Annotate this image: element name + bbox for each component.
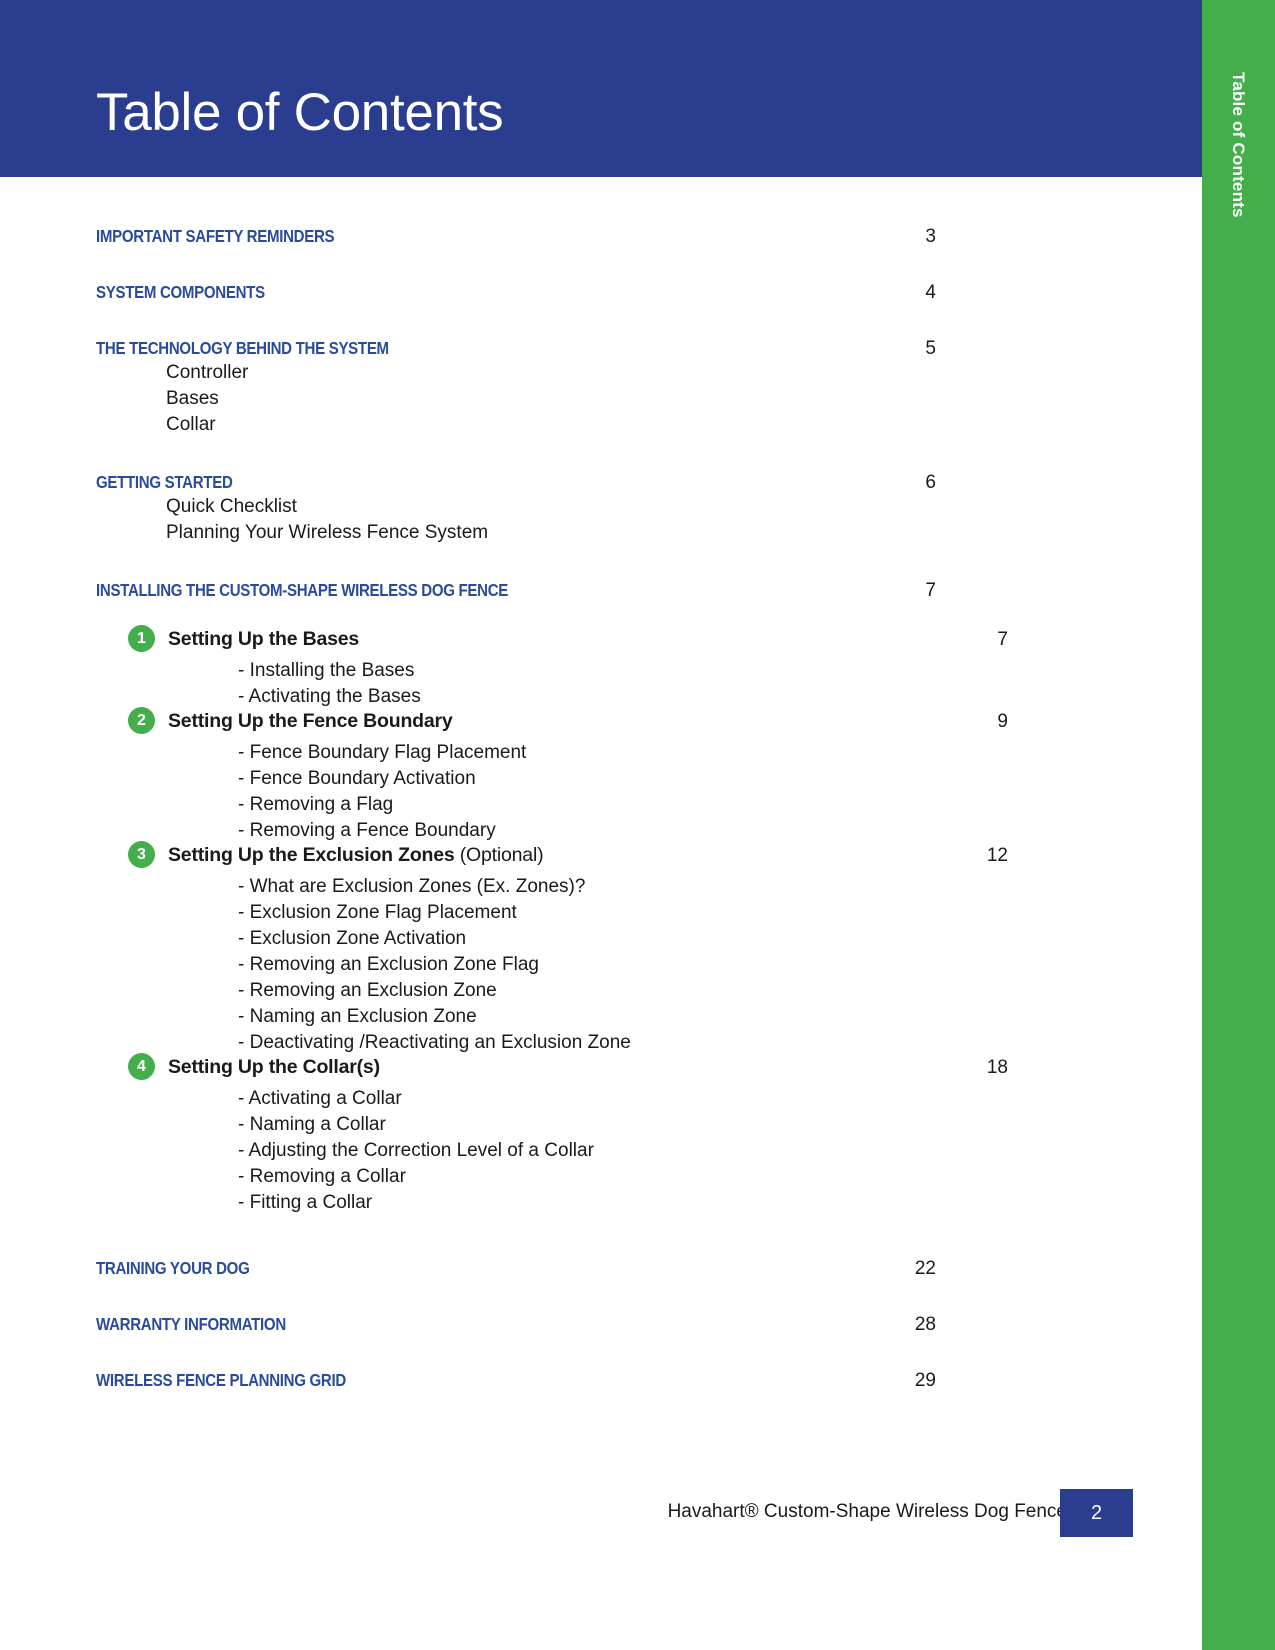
dot-leader	[366, 641, 967, 642]
toc-page-number: 3	[925, 226, 936, 247]
toc-step-title-text: Setting Up the Exclusion Zones	[168, 844, 455, 866]
toc-section-row[interactable]: TRAINING YOUR DOG 22	[96, 1258, 936, 1280]
toc-step-item: - Activating the Bases	[238, 686, 421, 707]
toc-step-item: - Fence Boundary Flag Placement	[238, 742, 527, 763]
page-title: Table of Contents	[96, 83, 504, 142]
document-page: Table of Contents Table of Contents IMPO…	[0, 0, 1275, 1650]
toc-page-number: 4	[925, 282, 936, 303]
dot-leader	[324, 1326, 895, 1327]
dot-leader	[262, 484, 895, 485]
toc-step-item: - Fitting a Collar	[238, 1192, 373, 1213]
toc-page-number: 12	[986, 845, 1008, 866]
toc-step-row[interactable]: 3 Setting Up the Exclusion Zones (Option…	[96, 841, 1008, 874]
toc-step-item: - Deactivating /Reactivating an Exclusio…	[238, 1032, 631, 1053]
step-number-badge: 4	[128, 1053, 155, 1080]
toc-section-row[interactable]: SYSTEM COMPONENTS 4	[96, 282, 936, 304]
toc-section-title: GETTING STARTED	[96, 472, 233, 492]
step-number-badge: 1	[128, 625, 155, 652]
toc-step-optional: (Optional)	[454, 844, 544, 866]
toc-section-row[interactable]: IMPORTANT SAFETY REMINDERS 3	[96, 226, 936, 248]
toc-section-title: WARRANTY INFORMATION	[96, 1314, 286, 1334]
toc-page-number: 29	[914, 1370, 936, 1391]
footer-page-number: 2	[1090, 1502, 1103, 1524]
toc-step-title-text: Setting Up the Collar(s)	[168, 1056, 380, 1078]
toc-page-number: 5	[925, 338, 936, 359]
side-tab-label: Table of Contents	[1229, 72, 1248, 218]
page-footer: Havahart® Custom-Shape Wireless Dog Fenc…	[0, 1489, 1202, 1537]
toc-step-item: - Activating a Collar	[238, 1088, 402, 1109]
toc-step-item: - Exclusion Zone Activation	[238, 928, 467, 949]
toc-subentry: Bases	[166, 388, 219, 409]
toc-section-title: WIRELESS FENCE PLANNING GRID	[96, 1370, 346, 1390]
toc-step-row[interactable]: 2 Setting Up the Fence Boundary 9	[96, 707, 1008, 740]
toc-step-title: Setting Up the Fence Boundary	[168, 710, 453, 733]
page-header-band: Table of Contents	[0, 0, 1202, 177]
toc-page-number: 18	[986, 1057, 1008, 1078]
side-tab: Table of Contents	[1202, 0, 1275, 1650]
dot-leader	[550, 857, 967, 858]
toc-page-number: 28	[914, 1314, 936, 1335]
dot-leader	[387, 1069, 967, 1070]
toc-step-title: Setting Up the Collar(s)	[168, 1056, 380, 1079]
toc-step-item: - Adjusting the Correction Level of a Co…	[238, 1140, 594, 1161]
toc-step-row[interactable]: 4 Setting Up the Collar(s) 18	[96, 1053, 1008, 1086]
toc-section-title: SYSTEM COMPONENTS	[96, 282, 265, 302]
footer-product-name: Havahart® Custom-Shape Wireless Dog Fenc…	[667, 1501, 1067, 1522]
table-of-contents: IMPORTANT SAFETY REMINDERS 3 SYSTEM COMP…	[96, 226, 1008, 1392]
toc-section-title: TRAINING YOUR DOG	[96, 1258, 250, 1278]
toc-section-title: THE TECHNOLOGY BEHIND THE SYSTEM	[96, 338, 389, 358]
toc-step-title: Setting Up the Bases	[168, 628, 359, 651]
toc-step-item: - Installing the Bases	[238, 660, 415, 681]
toc-step-item: - Removing a Collar	[238, 1166, 406, 1187]
toc-step-item: - What are Exclusion Zones (Ex. Zones)?	[238, 876, 586, 897]
toc-page-number: 9	[997, 711, 1008, 732]
toc-step-title: Setting Up the Exclusion Zones (Optional…	[168, 844, 544, 867]
toc-step-title-text: Setting Up the Bases	[168, 628, 360, 650]
toc-section-title: IMPORTANT SAFETY REMINDERS	[96, 226, 335, 246]
dot-leader	[281, 1270, 895, 1271]
dot-leader	[460, 723, 967, 724]
step-number-badge: 3	[128, 841, 155, 868]
toc-step-item: - Fence Boundary Activation	[238, 768, 476, 789]
toc-step-item: - Naming an Exclusion Zone	[238, 1006, 477, 1027]
toc-section-row[interactable]: WARRANTY INFORMATION 28	[96, 1314, 936, 1336]
toc-step-item: - Removing an Exclusion Zone	[238, 980, 497, 1001]
toc-page-number: 6	[925, 472, 936, 493]
toc-step-row[interactable]: 1 Setting Up the Bases 7	[96, 625, 1008, 658]
toc-section-row[interactable]: WIRELESS FENCE PLANNING GRID 29	[96, 1370, 936, 1392]
toc-subentry: Controller	[166, 362, 249, 383]
toc-subentry: Collar	[166, 414, 216, 435]
dot-leader	[582, 592, 895, 593]
toc-section-row[interactable]: INSTALLING THE CUSTOM-SHAPE WIRELESS DOG…	[96, 580, 936, 602]
dot-leader	[443, 350, 895, 351]
toc-subentry: Quick Checklist	[166, 496, 297, 517]
toc-section-row[interactable]: THE TECHNOLOGY BEHIND THE SYSTEM 5	[96, 338, 936, 360]
toc-step-item: - Naming a Collar	[238, 1114, 386, 1135]
dot-leader	[394, 1382, 895, 1383]
toc-step-item: - Removing an Exclusion Zone Flag	[238, 954, 539, 975]
footer-white-gap	[1133, 1489, 1202, 1537]
toc-page-number: 7	[925, 580, 936, 601]
toc-section-row[interactable]: GETTING STARTED 6	[96, 472, 936, 494]
toc-step-item: - Removing a Fence Boundary	[238, 820, 496, 841]
step-number-badge: 2	[128, 707, 155, 734]
toc-step-title-text: Setting Up the Fence Boundary	[168, 710, 453, 732]
toc-step-item: - Exclusion Zone Flag Placement	[238, 902, 517, 923]
toc-page-number: 22	[914, 1258, 936, 1279]
toc-step-item: - Removing a Flag	[238, 794, 394, 815]
dot-leader	[299, 294, 895, 295]
toc-section-title: INSTALLING THE CUSTOM-SHAPE WIRELESS DOG…	[96, 580, 509, 600]
toc-page-number: 7	[997, 629, 1008, 650]
dot-leader	[380, 238, 895, 239]
toc-subentry: Planning Your Wireless Fence System	[166, 522, 489, 543]
